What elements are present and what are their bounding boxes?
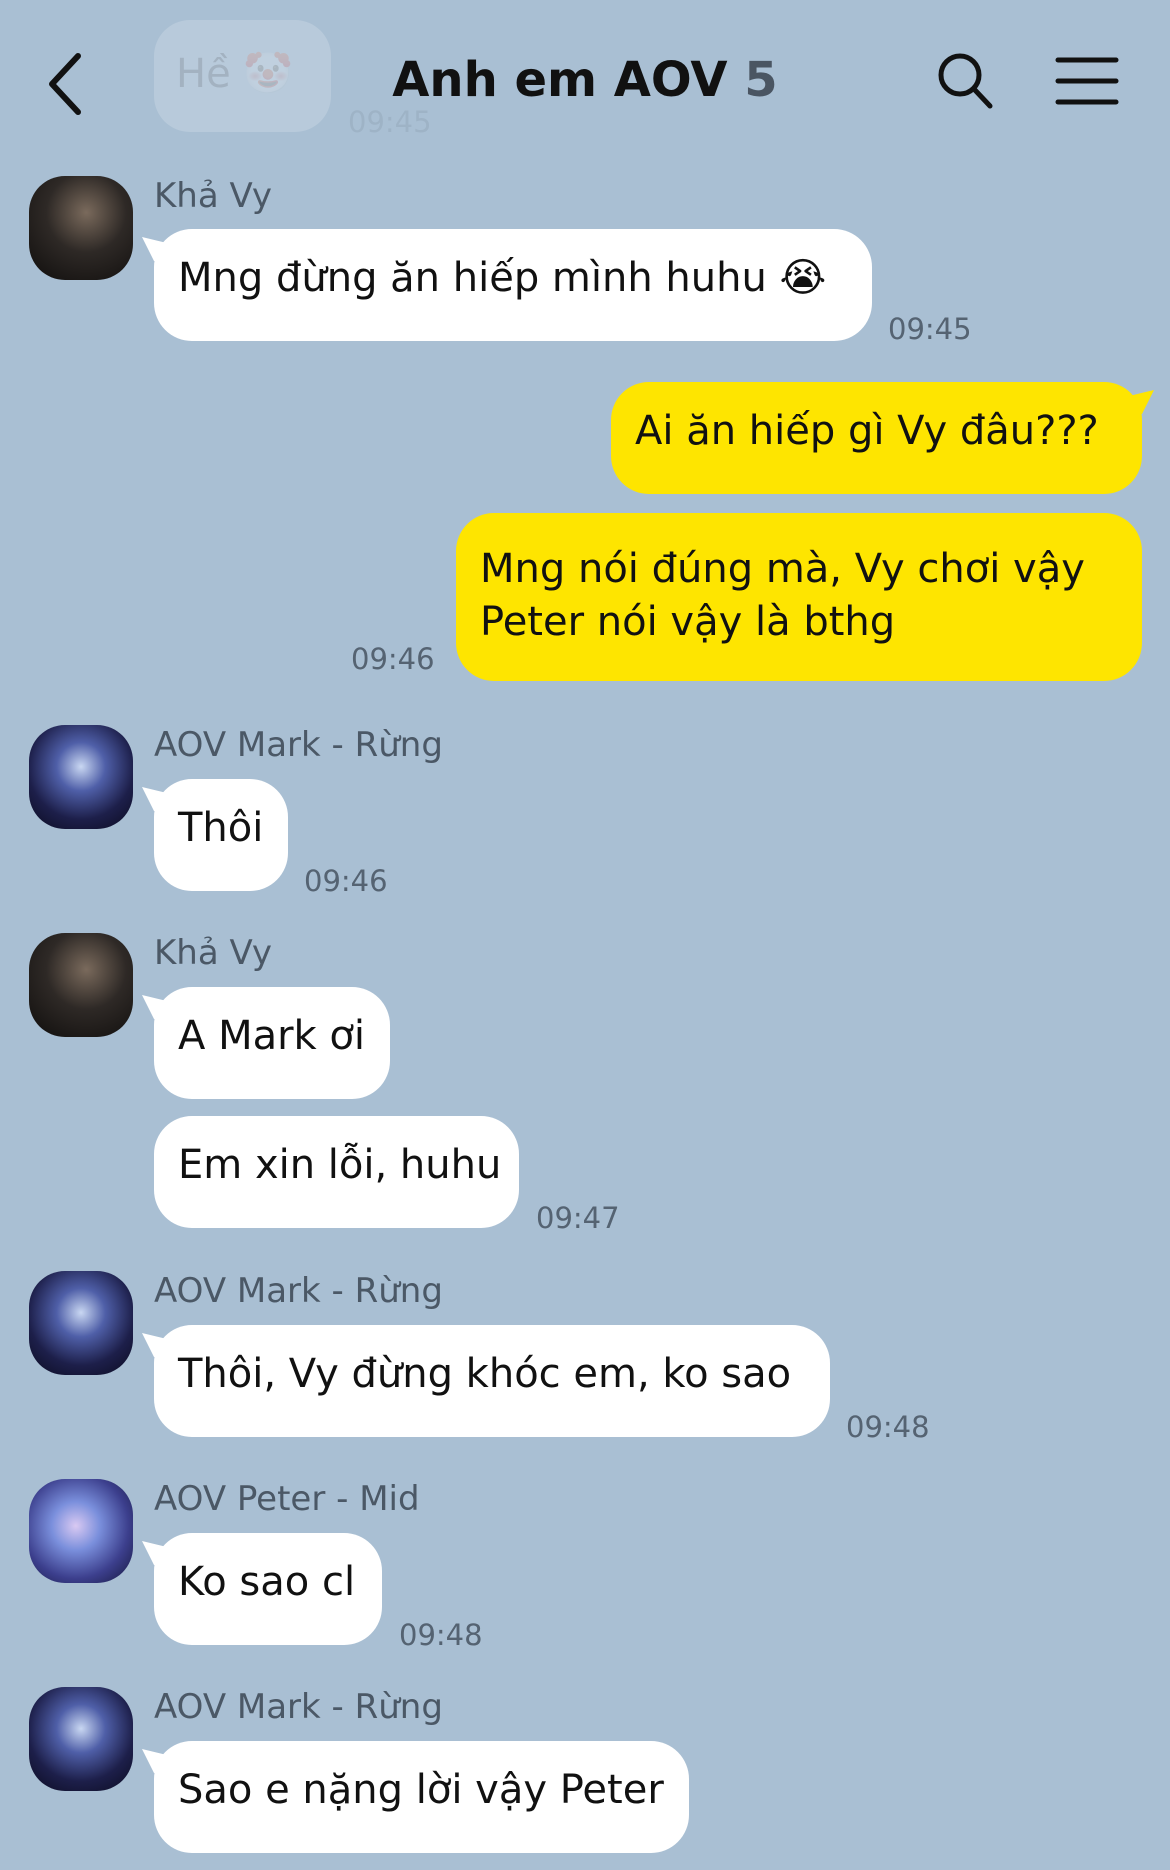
message-time: 09:46 <box>351 642 435 676</box>
message-bubble[interactable]: Thôi <box>154 779 288 891</box>
hamburger-menu-icon <box>1055 57 1119 105</box>
search-button[interactable] <box>935 50 995 112</box>
message-time: 09:46 <box>304 864 388 898</box>
message-text: Ko sao cl <box>178 1559 356 1605</box>
message-time: 09:45 <box>888 312 972 346</box>
sender-name: Khả Vy <box>154 176 272 216</box>
avatar-aov-mark[interactable] <box>29 1271 133 1375</box>
menu-button[interactable] <box>1055 55 1119 107</box>
search-icon <box>938 53 993 109</box>
sender-name: AOV Mark - Rừng <box>154 1271 443 1311</box>
message-text: Sao e nặng lời vậy Peter <box>178 1767 664 1813</box>
avatar-aov-mark[interactable] <box>29 1687 133 1791</box>
previous-message-time: 09:45 <box>348 105 432 139</box>
message-time: 09:47 <box>536 1201 620 1235</box>
message-time: 09:48 <box>846 1410 930 1444</box>
message-text-line: Mng nói đúng mà, Vy chơi vậy <box>480 546 1085 592</box>
avatar-aov-peter[interactable] <box>29 1479 133 1583</box>
message-text: Em xin lỗi, huhu <box>178 1142 502 1188</box>
sender-name: Khả Vy <box>154 933 272 973</box>
my-message-bubble[interactable]: Ai ăn hiếp gì Vy đâu??? <box>611 382 1142 494</box>
sender-name: AOV Mark - Rừng <box>154 1687 443 1727</box>
message-text: Mng đừng ăn hiếp mình huhu 😭 <box>178 255 827 301</box>
message-bubble[interactable]: Ko sao cl <box>154 1533 382 1645</box>
message-bubble[interactable]: Thôi, Vy đừng khóc em, ko sao <box>154 1325 830 1437</box>
message-bubble[interactable]: Mng đừng ăn hiếp mình huhu 😭 <box>154 229 872 341</box>
member-count: 5 <box>744 52 778 108</box>
message-text: Thôi, Vy đừng khóc em, ko sao <box>178 1351 792 1397</box>
message-text-line: Peter nói vậy là bthg <box>480 599 896 645</box>
message-text: Thôi <box>178 805 264 851</box>
chat-name: Anh em AOV <box>392 52 728 108</box>
avatar-kha-vy[interactable] <box>29 176 133 280</box>
message-text: Ai ăn hiếp gì Vy đâu??? <box>635 408 1099 454</box>
avatar-kha-vy[interactable] <box>29 933 133 1037</box>
sender-name: AOV Peter - Mid <box>154 1479 420 1519</box>
message-text: A Mark ơi <box>178 1013 366 1059</box>
message-bubble[interactable]: Em xin lỗi, huhu <box>154 1116 519 1228</box>
my-message-bubble[interactable]: Mng nói đúng mà, Vy chơi vậy Peter nói v… <box>456 513 1142 681</box>
message-bubble[interactable]: A Mark ơi <box>154 987 390 1099</box>
message-bubble[interactable]: Sao e nặng lời vậy Peter <box>154 1741 689 1853</box>
sender-name: AOV Mark - Rừng <box>154 725 443 765</box>
avatar-aov-mark[interactable] <box>29 725 133 829</box>
message-time: 09:48 <box>399 1618 483 1652</box>
